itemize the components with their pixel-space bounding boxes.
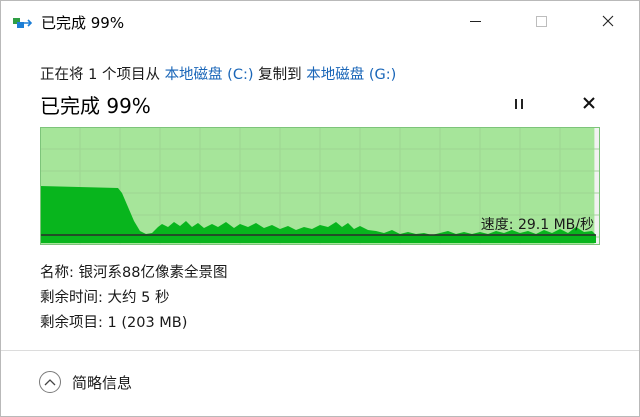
less-details-button[interactable]: 简略信息 [39,371,132,393]
chevron-up-icon [39,371,61,393]
copy-dialog-window: 已完成 99% 正在将 1 个项目从 本地磁盘 (C:) 复制到 本地磁盘 (G… [0,0,640,417]
pause-icon [515,99,517,109]
cancel-button[interactable] [579,93,599,113]
detail-time-remaining: 剩余时间: 大约 5 秒 [40,286,169,307]
file-copy-icon [13,15,33,29]
less-details-label: 简略信息 [72,373,133,392]
close-button[interactable] [585,1,631,41]
close-icon [602,15,614,27]
progress-status: 已完成 99% [40,94,151,118]
minimize-button[interactable] [452,1,498,41]
name-label: 名称: [40,265,79,281]
time-label: 剩余时间: [40,290,108,306]
speed-label: 速度: 29.1 MB/秒 [481,217,594,233]
detail-name: 名称: 银河系88亿像素全景图 [40,261,227,282]
cancel-icon [583,97,595,109]
maximize-button[interactable] [518,1,564,41]
title-bar[interactable]: 已完成 99% [1,1,639,41]
copy-description: 正在将 1 个项目从 本地磁盘 (C:) 复制到 本地磁盘 (G:) [40,63,396,84]
dest-drive-link[interactable]: 本地磁盘 (G:) [306,67,396,83]
detail-items-remaining: 剩余项目: 1 (203 MB) [40,311,187,332]
source-drive-link[interactable]: 本地磁盘 (C:) [165,67,254,83]
transfer-speed-chart: 速度: 29.1 MB/秒 [40,127,600,245]
items-label: 剩余项目: [40,315,108,331]
window-title: 已完成 99% [41,14,125,32]
copy-middle: 复制到 [253,67,307,83]
items-value: 1 (203 MB) [107,315,188,331]
copy-prefix: 正在将 1 个项目从 [40,67,165,83]
time-value: 大约 5 秒 [107,290,170,306]
name-value: 银河系88亿像素全景图 [78,265,228,281]
pause-button[interactable] [509,95,529,113]
minimize-icon [469,20,481,22]
maximize-icon [535,15,547,27]
